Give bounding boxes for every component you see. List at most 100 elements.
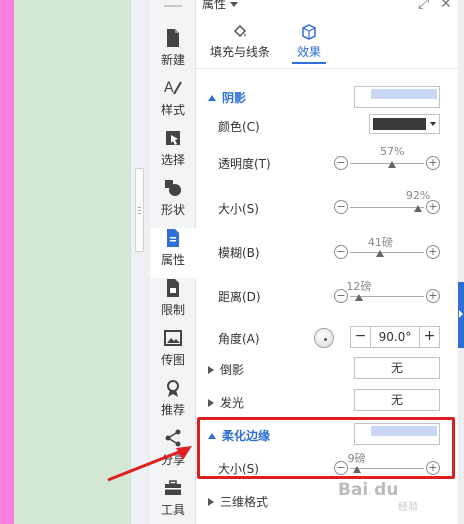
slider-value: 12磅 xyxy=(346,280,372,293)
slider-thumb[interactable] xyxy=(376,250,385,257)
collapsed-triangle-icon xyxy=(208,498,214,506)
section-title: 三维格式 xyxy=(220,495,269,509)
collapsed-triangle-icon xyxy=(208,366,214,374)
toolbar-item-recommend[interactable]: 推荐 xyxy=(150,378,196,428)
active-tab-indicator xyxy=(292,62,326,64)
slider-thumb[interactable] xyxy=(414,205,423,212)
reflection-preset-picker[interactable]: 无 xyxy=(354,357,440,379)
toolbar-grip xyxy=(164,5,182,7)
color-swatch xyxy=(373,118,426,130)
slider-value: 41磅 xyxy=(367,236,393,249)
panel-right-edge xyxy=(458,0,464,524)
toolbar-item-upload-image[interactable]: 传图 xyxy=(150,328,196,378)
toolbar-item-label: 样式 xyxy=(160,103,185,117)
watermark-sub: 经验 xyxy=(398,502,418,513)
tab-effects[interactable]: 效果 xyxy=(292,20,326,64)
slider-thumb[interactable] xyxy=(354,294,363,301)
annotation-arrow-icon xyxy=(107,446,192,482)
annotation-highlight-box xyxy=(197,417,455,479)
badge-icon xyxy=(167,380,179,397)
blur-slider[interactable]: − 41磅 + xyxy=(334,236,440,265)
toolbar-item-label: 限制 xyxy=(160,303,185,317)
toolbar-item-label: 新建 xyxy=(160,53,185,67)
scrollbar-grip xyxy=(138,207,141,208)
cursor-icon xyxy=(166,131,180,145)
angle-decrease-button[interactable]: − xyxy=(351,327,371,347)
scrollbar-grip xyxy=(138,210,141,211)
slider-value: 57% xyxy=(379,145,405,158)
transparency-slider[interactable]: − 57% + xyxy=(334,145,440,176)
shadow-color-dropdown[interactable] xyxy=(369,114,440,134)
slider-track xyxy=(350,252,424,253)
shapes-icon xyxy=(165,180,181,196)
angle-label: 角度(A) xyxy=(218,332,260,346)
document-icon xyxy=(167,29,179,47)
shadow-color-label: 颜色(C) xyxy=(218,120,260,134)
slide-shape-edge xyxy=(0,0,14,524)
tab-label: 填充与线条 xyxy=(209,45,270,59)
restrict-icon xyxy=(167,279,179,297)
paint-bucket-icon xyxy=(233,24,247,38)
increase-button[interactable]: + xyxy=(426,200,440,214)
blur-label: 模糊(B) xyxy=(218,246,260,260)
close-icon[interactable]: ✕ xyxy=(440,0,452,12)
size-label: 大小(S) xyxy=(218,202,259,216)
toolbar-item-label: 属性 xyxy=(160,253,185,267)
distance-slider[interactable]: − 12磅 + xyxy=(334,280,440,309)
toolbar-item-style[interactable]: A 样式 xyxy=(150,78,196,128)
section-title: 倒影 xyxy=(220,363,245,377)
tab-divider xyxy=(196,68,458,69)
increase-button[interactable]: + xyxy=(426,245,440,259)
panel-title[interactable]: 属性 xyxy=(202,0,239,15)
toolbar-item-select[interactable]: 选择 xyxy=(150,128,196,178)
section-header-glow[interactable]: 发光 xyxy=(208,394,244,411)
expand-triangle-icon xyxy=(208,95,216,101)
tab-fill-and-line[interactable]: 填充与线条 xyxy=(202,20,278,64)
toolbar-item-new[interactable]: 新建 xyxy=(150,28,196,78)
increase-button[interactable]: + xyxy=(426,156,440,170)
svg-text:A: A xyxy=(164,80,174,96)
preset-swatch xyxy=(371,89,437,99)
style-icon: A xyxy=(164,80,182,96)
shadow-preset-picker[interactable] xyxy=(354,86,440,108)
decrease-button[interactable]: − xyxy=(334,200,348,214)
slider-thumb[interactable] xyxy=(388,161,397,168)
cube-icon xyxy=(302,24,316,40)
toolbar-item-shapes[interactable]: 形状 xyxy=(150,178,196,228)
decrease-button[interactable]: − xyxy=(334,156,348,170)
section-title: 发光 xyxy=(220,396,245,410)
chevron-down-icon xyxy=(430,122,436,126)
angle-input[interactable]: 90.0° xyxy=(371,327,419,347)
tab-label: 效果 xyxy=(296,45,321,59)
slider-value: 92% xyxy=(405,189,431,202)
section-header-3d-format[interactable]: 三维格式 xyxy=(208,493,268,510)
transparency-label: 透明度(T) xyxy=(218,157,271,171)
angle-stepper[interactable]: − 90.0° + xyxy=(350,326,440,348)
section-header-reflection[interactable]: 倒影 xyxy=(208,361,244,378)
section-header-shadow[interactable]: 阴影 xyxy=(208,89,246,106)
decrease-button[interactable]: − xyxy=(334,245,348,259)
toolbar-item-label: 工具 xyxy=(160,503,185,517)
toolbar-item-label: 传图 xyxy=(160,353,185,367)
chevron-down-icon xyxy=(230,2,239,7)
glow-preset-picker[interactable]: 无 xyxy=(354,389,440,411)
panel-title-text: 属性 xyxy=(202,0,227,11)
toolbar-item-restrict[interactable]: 限制 xyxy=(150,278,196,328)
toolbar-item-label: 推荐 xyxy=(160,403,185,417)
collapse-panel-tab[interactable] xyxy=(458,282,464,348)
increase-button[interactable]: + xyxy=(426,289,440,303)
slider-track xyxy=(350,207,424,208)
properties-icon xyxy=(167,229,179,247)
slider-track xyxy=(350,163,424,164)
shadow-size-slider[interactable]: − 92% + xyxy=(334,189,440,220)
toolbar-item-label: 选择 xyxy=(160,153,185,167)
watermark-logo: Bai du xyxy=(338,480,399,500)
toolbar-item-properties[interactable]: 属性 xyxy=(150,228,196,278)
angle-dial[interactable] xyxy=(314,328,334,348)
distance-label: 距离(D) xyxy=(218,290,261,304)
section-title: 阴影 xyxy=(222,91,247,105)
restore-icon[interactable]: ⤢ xyxy=(418,0,429,12)
scrollbar-thumb[interactable] xyxy=(135,168,144,252)
angle-increase-button[interactable]: + xyxy=(419,327,439,347)
image-icon xyxy=(164,330,182,346)
